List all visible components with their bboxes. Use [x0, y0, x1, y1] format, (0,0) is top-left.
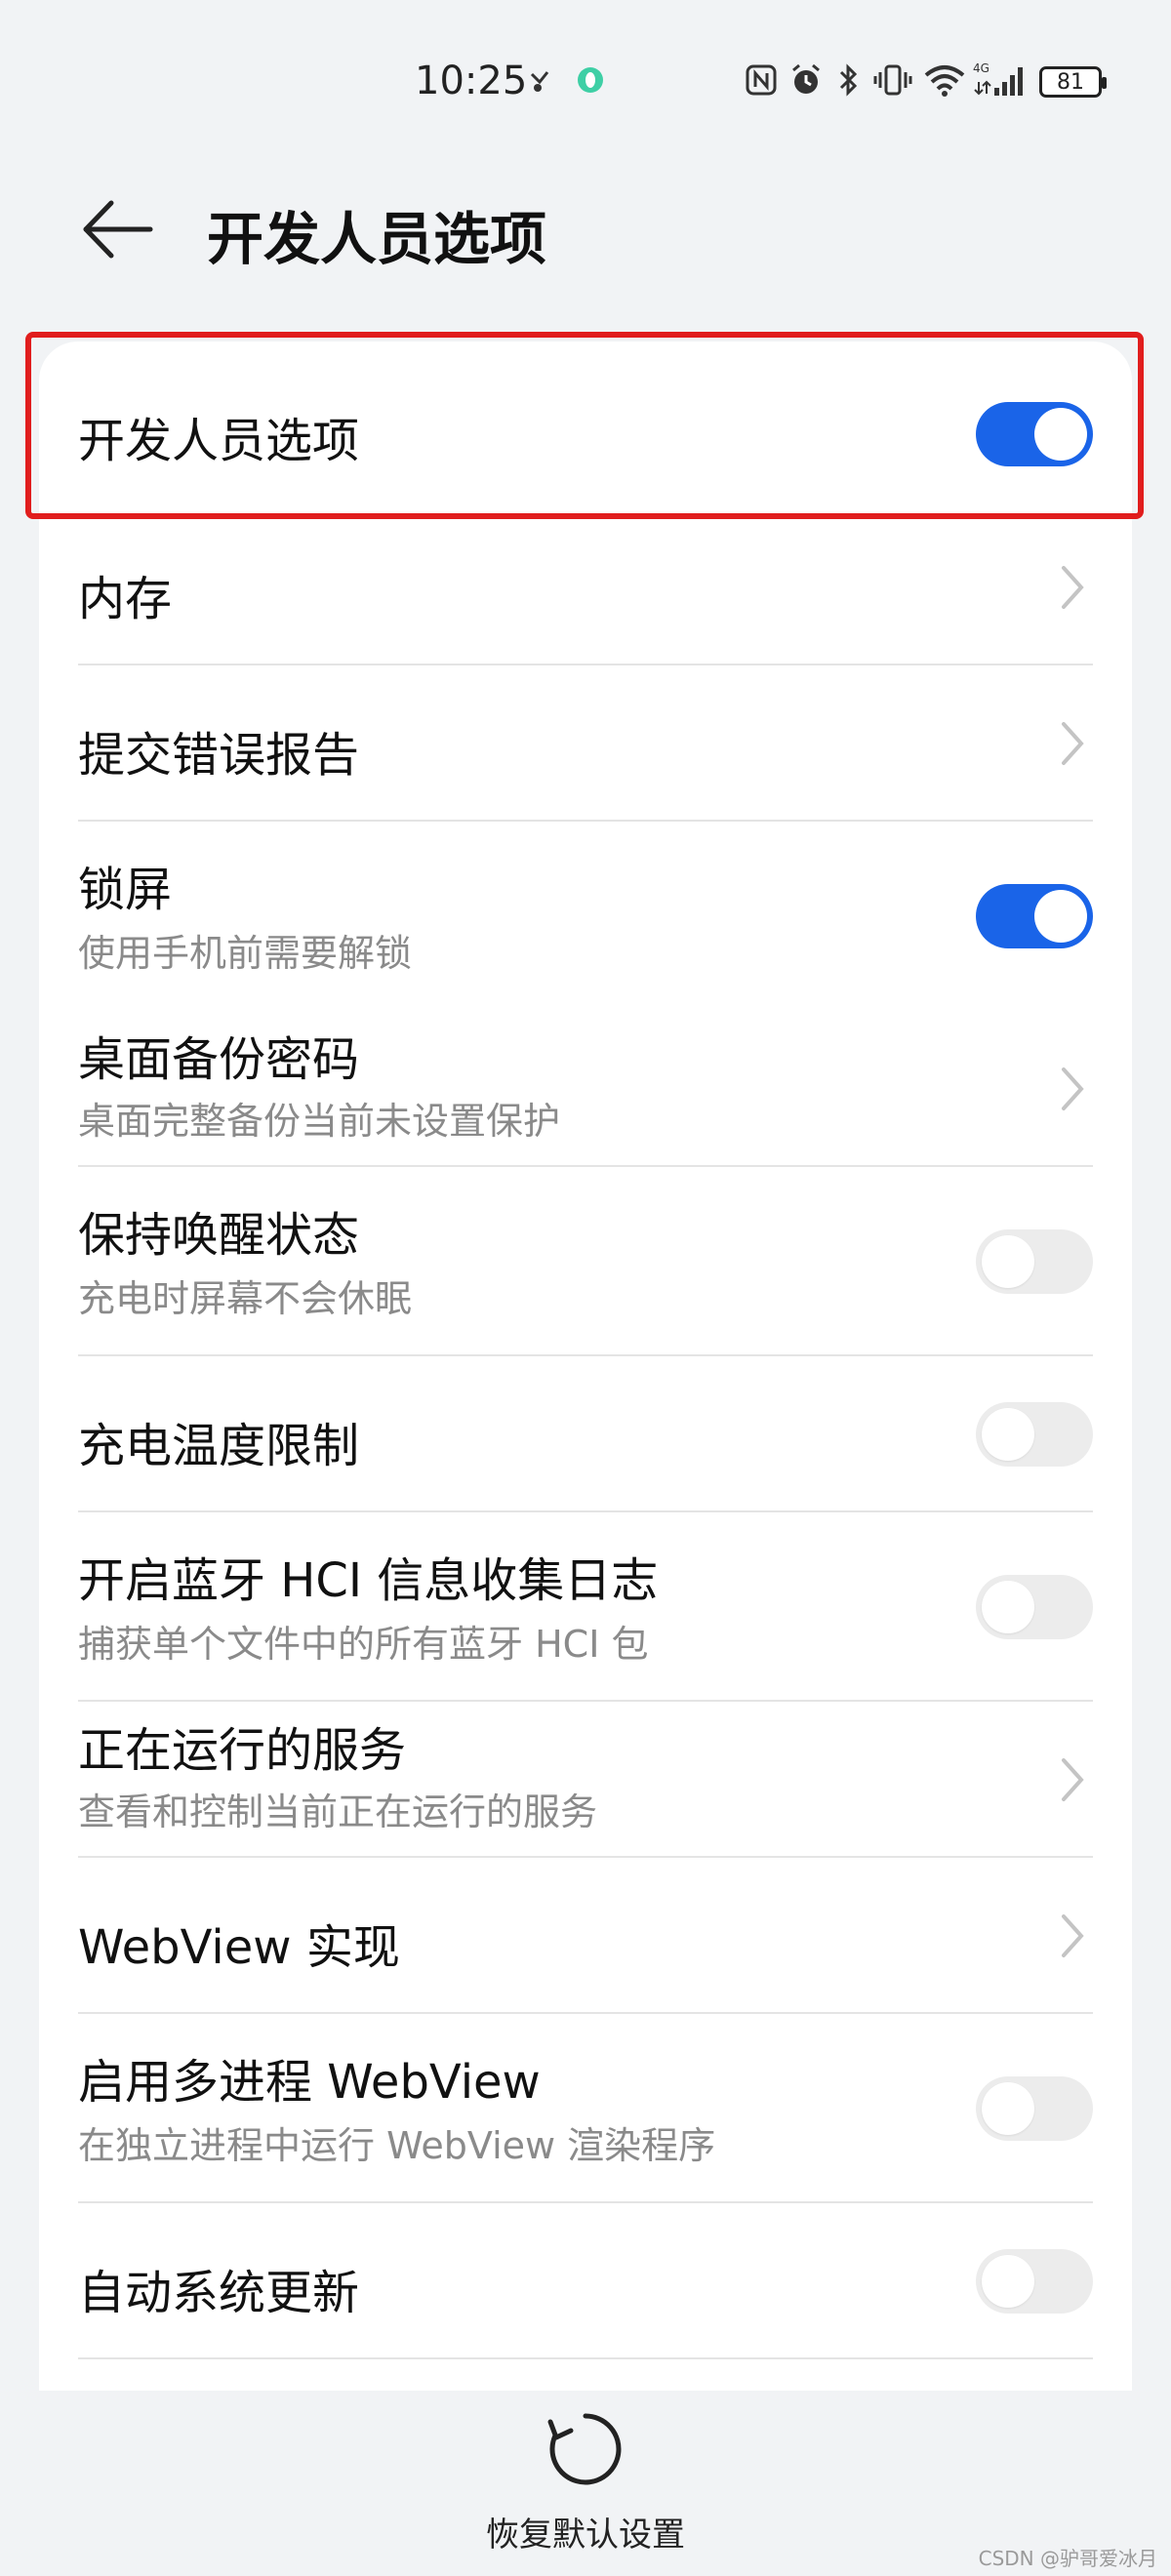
bluetooth-hci-log-toggle[interactable]	[976, 1575, 1093, 1639]
charging-temperature-limit-toggle[interactable]	[976, 1402, 1093, 1467]
stay-awake-toggle[interactable]	[976, 1229, 1093, 1294]
setting-stay-awake[interactable]: 保持唤醒状态 充电时屏幕不会休眠	[39, 1167, 1132, 1356]
status-time: 10:25	[415, 59, 528, 103]
setting-running-services[interactable]: 正在运行的服务 查看和控制当前正在运行的服务	[39, 1702, 1132, 1858]
auto-system-update-toggle[interactable]	[976, 2249, 1093, 2314]
setting-subtitle: 在独立进程中运行 WebView 渲染程序	[78, 2124, 716, 2167]
status-bar: 10:25 4G 81	[0, 0, 1171, 156]
reset-defaults-button[interactable]: 恢复默认设置	[439, 2410, 732, 2555]
setting-label: 锁屏	[78, 863, 173, 917]
setting-webview-implementation[interactable]: WebView 实现	[39, 1858, 1132, 2014]
setting-bug-report[interactable]: 提交错误报告	[39, 665, 1132, 822]
lock-screen-toggle[interactable]	[976, 884, 1093, 948]
vibrate-icon	[872, 60, 913, 100]
setting-label: WebView 实现	[78, 1920, 400, 1975]
setting-label: 自动系统更新	[78, 2266, 360, 2320]
bluetooth-icon	[831, 60, 867, 100]
setting-subtitle: 查看和控制当前正在运行的服务	[78, 1791, 598, 1833]
setting-label: 充电温度限制	[78, 1419, 360, 1473]
back-button[interactable]	[82, 195, 160, 263]
chevron-right-icon	[1062, 1758, 1084, 1801]
divider	[78, 2357, 1093, 2359]
alarm-icon	[787, 60, 826, 100]
chevron-right-icon	[1062, 1067, 1084, 1110]
chevron-right-icon	[1062, 722, 1084, 765]
setting-subtitle: 充电时屏幕不会休眠	[78, 1277, 413, 1320]
developer-options-toggle[interactable]	[976, 402, 1093, 466]
wifi-icon	[922, 60, 967, 100]
setting-multiprocess-webview[interactable]: 启用多进程 WebView 在独立进程中运行 WebView 渲染程序	[39, 2014, 1132, 2203]
nfc-icon	[742, 60, 781, 100]
battery-icon: 81	[1039, 66, 1107, 98]
settings-list: 开发人员选项 内存 提交错误报告 锁屏 使用手机前需要解锁 桌面备份密码 桌面完…	[39, 342, 1132, 2391]
setting-label: 开启蓝牙 HCI 信息收集日志	[78, 1553, 659, 1608]
reset-defaults-label: 恢复默认设置	[486, 2516, 685, 2555]
watermark: CSDN @驴哥爱冰月	[978, 2547, 1157, 2570]
multiprocess-webview-toggle[interactable]	[976, 2076, 1093, 2141]
reset-icon	[547, 2413, 622, 2485]
arrow-left-icon	[83, 200, 153, 259]
signal-icon: 4G	[972, 60, 1030, 100]
setting-label: 内存	[78, 572, 173, 626]
chevron-right-icon	[1062, 566, 1084, 609]
setting-memory[interactable]: 内存	[39, 509, 1132, 665]
setting-subtitle: 捕获单个文件中的所有蓝牙 HCI 包	[78, 1623, 649, 1666]
setting-subtitle: 桌面完整备份当前未设置保护	[78, 1100, 561, 1143]
setting-label: 正在运行的服务	[78, 1723, 407, 1778]
page-title: 开发人员选项	[207, 206, 547, 272]
setting-label: 桌面备份密码	[78, 1032, 360, 1087]
setting-bluetooth-hci-log[interactable]: 开启蓝牙 HCI 信息收集日志 捕获单个文件中的所有蓝牙 HCI 包	[39, 1512, 1132, 1702]
network-type-label: 4G	[973, 61, 989, 75]
setting-label: 启用多进程 WebView	[78, 2055, 541, 2110]
setting-charging-temperature-limit[interactable]: 充电温度限制	[39, 1356, 1132, 1512]
setting-auto-system-update[interactable]: 自动系统更新	[39, 2203, 1132, 2359]
setting-label: 保持唤醒状态	[78, 1208, 360, 1263]
app-notification-icon	[571, 60, 610, 100]
missed-call-icon	[522, 60, 561, 100]
setting-subtitle: 使用手机前需要解锁	[78, 932, 413, 975]
setting-desktop-backup-password[interactable]: 桌面备份密码 桌面完整备份当前未设置保护	[39, 1011, 1132, 1167]
setting-label: 提交错误报告	[78, 728, 360, 783]
battery-level: 81	[1057, 69, 1084, 95]
chevron-right-icon	[1062, 1914, 1084, 1957]
setting-lock-screen[interactable]: 锁屏 使用手机前需要解锁	[39, 822, 1132, 1011]
setting-label: 开发人员选项	[78, 414, 360, 468]
setting-developer-options[interactable]: 开发人员选项	[39, 342, 1132, 509]
